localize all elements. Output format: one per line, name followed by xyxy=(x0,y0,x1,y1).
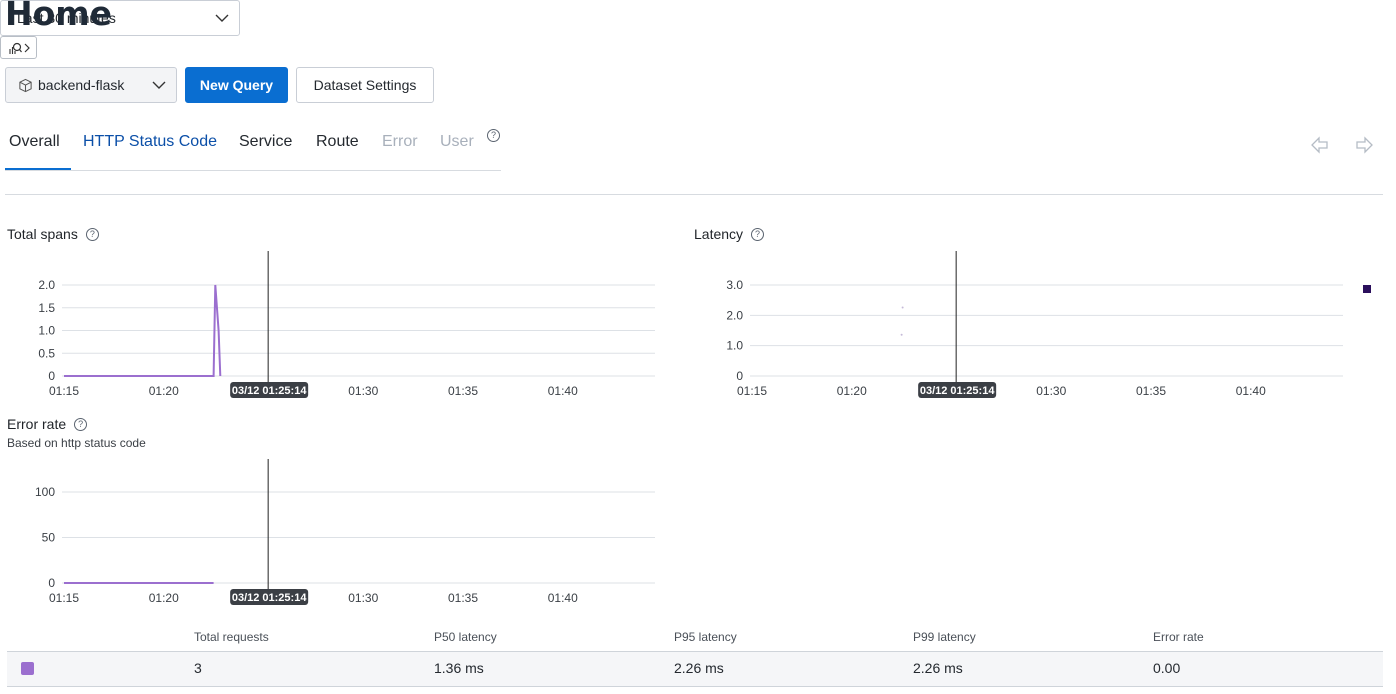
y-tick-label: 1.0 xyxy=(38,324,55,338)
data-point xyxy=(901,306,904,309)
x-tick-label: 01:30 xyxy=(348,384,378,398)
y-tick-label: 1.5 xyxy=(38,301,55,315)
cursor-label: 03/12 01:25:14 xyxy=(232,385,307,397)
cell-p50-latency: 1.36 ms xyxy=(434,660,484,676)
y-tick-label: 2.0 xyxy=(726,308,743,322)
tab-overall[interactable]: Overall xyxy=(9,133,60,151)
dataset-settings-button[interactable]: Dataset Settings xyxy=(296,67,434,103)
x-tick-label: 01:15 xyxy=(49,591,79,605)
header-p95-latency: P95 latency xyxy=(674,630,737,644)
legend-marker xyxy=(1363,285,1371,293)
section-divider xyxy=(5,194,1383,195)
y-tick-label: 1.0 xyxy=(726,339,743,353)
error-rate-title: Error rate ? xyxy=(7,416,88,432)
cell-p95-latency: 2.26 ms xyxy=(674,660,724,676)
x-tick-label: 01:20 xyxy=(837,384,867,398)
error-rate-chart[interactable]: 0 50 100 01:15 01:20 01:30 01:35 01:40 03/12 01:… xyxy=(0,455,680,610)
tab-error: Error xyxy=(382,133,418,150)
page-title: Home xyxy=(5,0,113,33)
help-circle-icon[interactable]: ? xyxy=(74,417,88,431)
row-query-button[interactable] xyxy=(0,36,37,59)
y-tick-label: 50 xyxy=(42,531,56,545)
x-tick-label: 01:35 xyxy=(448,591,478,605)
help-circle-icon[interactable]: ? xyxy=(751,227,765,241)
x-tick-label: 01:40 xyxy=(548,591,578,605)
header-p50-latency: P50 latency xyxy=(434,630,497,644)
latency-chart[interactable]: 0 1.0 2.0 3.0 01:15 01:20 01:30 01:35 01:40 03/12… xyxy=(688,245,1396,405)
x-tick-label: 01:40 xyxy=(1236,384,1266,398)
dataset-label: backend-flask xyxy=(38,77,125,93)
arrow-right-icon[interactable] xyxy=(1354,136,1374,154)
x-tick-label: 01:15 xyxy=(49,384,79,398)
y-tick-label: 0 xyxy=(736,369,743,383)
x-tick-label: 01:35 xyxy=(448,384,478,398)
y-tick-label: 0.5 xyxy=(38,346,55,360)
dataset-select[interactable]: backend-flask xyxy=(5,67,177,103)
tabs-divider xyxy=(5,170,501,171)
x-tick-label: 01:20 xyxy=(149,384,179,398)
y-tick-label: 0 xyxy=(48,369,55,383)
new-query-button[interactable]: New Query xyxy=(185,67,288,103)
x-tick-label: 01:30 xyxy=(1036,384,1066,398)
total-spans-chart[interactable]: 0 0.5 1.0 1.5 2.0 01:15 01:20 01:30 01:35 01:40 03… xyxy=(0,245,680,405)
total-spans-title: Total spans ? xyxy=(7,226,99,242)
header-error-rate: Error rate xyxy=(1153,630,1204,644)
y-tick-label: 3.0 xyxy=(726,278,743,292)
cursor-label: 03/12 01:25:14 xyxy=(232,592,307,604)
chevron-down-icon xyxy=(215,14,229,22)
query-builder-icon xyxy=(8,42,30,54)
tab-user: User xyxy=(440,133,474,150)
tab-route[interactable]: Route xyxy=(316,133,359,151)
x-tick-label: 01:35 xyxy=(1136,384,1166,398)
x-tick-label: 01:30 xyxy=(348,591,378,605)
y-tick-label: 100 xyxy=(35,485,55,499)
error-rate-subtitle: Based on http status code xyxy=(7,436,146,450)
help-circle-icon[interactable]: ? xyxy=(85,227,99,241)
tab-http-status-code[interactable]: HTTP Status Code xyxy=(83,133,217,151)
cell-total-requests: 3 xyxy=(194,660,202,676)
error-rate-label: Error rate xyxy=(7,416,67,432)
cube-icon xyxy=(19,78,32,92)
y-tick-label: 2.0 xyxy=(38,278,55,292)
cell-p99-latency: 2.26 ms xyxy=(913,660,963,676)
x-tick-label: 01:20 xyxy=(149,591,179,605)
latency-title: Latency ? xyxy=(694,226,765,242)
total-spans-label: Total spans xyxy=(7,226,78,242)
series-color-swatch xyxy=(21,662,34,675)
tab-service[interactable]: Service xyxy=(239,133,292,151)
arrow-left-icon[interactable] xyxy=(1310,136,1330,154)
chevron-down-icon xyxy=(152,81,166,89)
latency-label: Latency xyxy=(694,226,744,242)
help-circle-icon[interactable]: ? xyxy=(487,129,500,142)
header-p99-latency: P99 latency xyxy=(913,630,976,644)
x-tick-label: 01:40 xyxy=(548,384,578,398)
header-total-requests: Total requests xyxy=(194,630,269,644)
data-point xyxy=(900,333,903,336)
y-tick-label: 0 xyxy=(48,576,55,590)
x-tick-label: 01:15 xyxy=(737,384,767,398)
cursor-label: 03/12 01:25:14 xyxy=(920,385,995,397)
cell-error-rate: 0.00 xyxy=(1153,660,1181,676)
